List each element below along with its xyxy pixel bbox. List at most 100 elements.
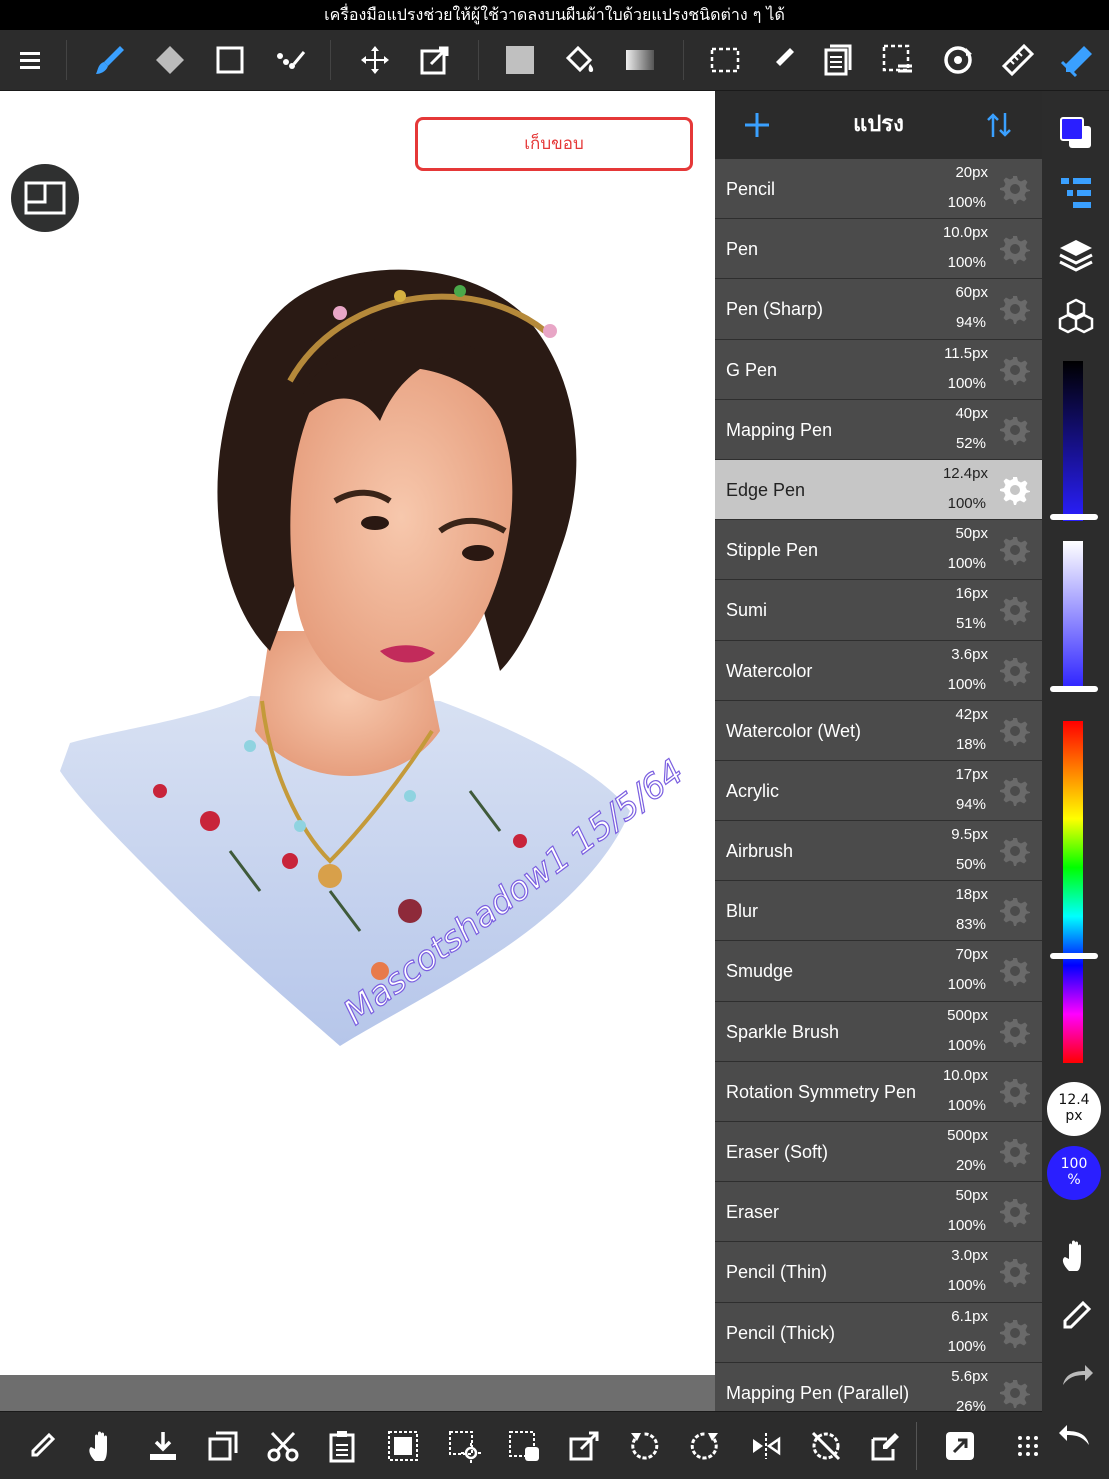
brush-opacity-button[interactable]: 100 % bbox=[1047, 1146, 1101, 1200]
eyedropper-button[interactable] bbox=[1054, 1294, 1098, 1338]
sort-icon[interactable] bbox=[983, 109, 1015, 141]
rotate-icon[interactable] bbox=[936, 38, 980, 82]
gear-icon[interactable] bbox=[1000, 956, 1030, 987]
brush-name: G Pen bbox=[726, 359, 778, 380]
duplicate-icon[interactable] bbox=[201, 1424, 245, 1468]
gear-icon[interactable] bbox=[1000, 1318, 1030, 1348]
select-layer-icon[interactable] bbox=[876, 38, 920, 82]
brush-opacity: 100% bbox=[947, 1096, 986, 1114]
gear-icon[interactable] bbox=[1000, 355, 1030, 385]
hue-slider[interactable] bbox=[1063, 721, 1083, 1063]
hand-button[interactable] bbox=[1054, 1234, 1098, 1278]
brush-row[interactable]: Eraser (Soft) 500px 20% bbox=[715, 1122, 1042, 1183]
fill-color-icon[interactable] bbox=[498, 38, 542, 82]
select-pen-icon[interactable] bbox=[760, 38, 804, 82]
brush-row[interactable]: Pen 10.0px 100% bbox=[715, 219, 1042, 280]
gear-icon[interactable] bbox=[1000, 896, 1030, 927]
color-swatch-button[interactable] bbox=[1054, 111, 1098, 155]
canvas-footer bbox=[0, 1375, 715, 1411]
gear-icon[interactable] bbox=[1000, 415, 1030, 445]
brush-row[interactable]: Stipple Pen 50px 100% bbox=[715, 520, 1042, 581]
dot-icon[interactable] bbox=[268, 38, 312, 82]
cut-icon[interactable] bbox=[261, 1424, 305, 1468]
eraser-icon[interactable] bbox=[148, 38, 192, 82]
bucket-icon[interactable] bbox=[558, 38, 602, 82]
snap-icon[interactable] bbox=[1056, 38, 1100, 82]
no-rotate-icon[interactable] bbox=[804, 1424, 848, 1468]
transform-icon[interactable] bbox=[562, 1424, 606, 1468]
gear-icon[interactable] bbox=[1000, 595, 1030, 626]
saturation-slider[interactable] bbox=[1063, 541, 1083, 691]
gear-icon[interactable] bbox=[1000, 716, 1030, 746]
brush-row[interactable]: Pencil 20px 100% bbox=[715, 159, 1042, 220]
brush-name: Stipple Pen bbox=[726, 540, 819, 561]
gear-icon[interactable] bbox=[1000, 1017, 1030, 1047]
brush-row[interactable]: Eraser 50px 100% bbox=[715, 1182, 1042, 1243]
rotate-left-icon[interactable] bbox=[622, 1424, 666, 1468]
gear-icon[interactable] bbox=[1000, 1197, 1030, 1228]
brush-row[interactable]: Pen (Sharp) 60px 94% bbox=[715, 279, 1042, 340]
brush-row[interactable]: Sumi 16px 51% bbox=[715, 580, 1042, 641]
brightness-slider[interactable] bbox=[1063, 361, 1083, 521]
brush-size-button[interactable]: 12.4 px bbox=[1047, 1082, 1101, 1136]
undo-button[interactable] bbox=[1054, 1414, 1098, 1458]
hand-icon[interactable] bbox=[80, 1424, 124, 1468]
gear-icon[interactable] bbox=[1000, 475, 1030, 505]
gear-icon[interactable] bbox=[1000, 1077, 1030, 1107]
rotate-right-icon[interactable] bbox=[683, 1424, 727, 1468]
gradient-icon[interactable] bbox=[618, 38, 662, 82]
materials-button[interactable] bbox=[1054, 294, 1098, 338]
magic-wand-icon[interactable] bbox=[442, 1424, 486, 1468]
add-brush-icon[interactable] bbox=[741, 109, 773, 141]
brush-row[interactable]: Edge Pen 12.4px 100% bbox=[715, 459, 1042, 521]
hue-slider-knob[interactable] bbox=[1050, 953, 1098, 959]
ruler-icon[interactable] bbox=[996, 38, 1040, 82]
grid-icon[interactable] bbox=[1006, 1424, 1050, 1468]
select-all-icon[interactable] bbox=[381, 1424, 425, 1468]
brush-row[interactable]: Sparkle Brush 500px 100% bbox=[715, 1001, 1042, 1062]
brush-row[interactable]: Watercolor (Wet) 42px 18% bbox=[715, 700, 1042, 761]
brush-row[interactable]: Blur 18px 83% bbox=[715, 881, 1042, 942]
brush-row[interactable]: Rotation Symmetry Pen 10.0px 100% bbox=[715, 1061, 1042, 1122]
gear-icon[interactable] bbox=[1000, 656, 1030, 686]
menu-icon[interactable] bbox=[8, 38, 52, 82]
import-icon[interactable] bbox=[141, 1424, 185, 1468]
brush-row[interactable]: Mapping Pen (Parallel) 5.6px 26% bbox=[715, 1362, 1042, 1411]
redo-button[interactable] bbox=[1054, 1354, 1098, 1398]
gear-icon[interactable] bbox=[1000, 1257, 1030, 1288]
edit-icon[interactable] bbox=[864, 1424, 908, 1468]
gear-icon[interactable] bbox=[1000, 174, 1030, 204]
copy-icon[interactable] bbox=[815, 38, 859, 82]
brightness-slider-knob[interactable] bbox=[1050, 514, 1098, 520]
rectangle-icon[interactable] bbox=[208, 38, 252, 82]
saturation-slider-knob[interactable] bbox=[1050, 686, 1098, 692]
move-icon[interactable] bbox=[353, 38, 397, 82]
selection-icon[interactable] bbox=[703, 38, 747, 82]
brush-icon[interactable] bbox=[88, 38, 132, 82]
brush-row[interactable]: Airbrush 9.5px 50% bbox=[715, 821, 1042, 882]
brush-row[interactable]: G Pen 11.5px 100% bbox=[715, 339, 1042, 400]
brush-row[interactable]: Smudge 70px 100% bbox=[715, 941, 1042, 1002]
transform-icon[interactable] bbox=[413, 38, 457, 82]
gear-icon[interactable] bbox=[1000, 234, 1030, 265]
gear-icon[interactable] bbox=[1000, 294, 1030, 325]
gear-icon[interactable] bbox=[1000, 776, 1030, 806]
select-layer-icon[interactable] bbox=[502, 1424, 546, 1468]
paste-icon[interactable] bbox=[321, 1424, 365, 1468]
brush-list-button[interactable] bbox=[1054, 171, 1098, 215]
brush-row[interactable]: Watercolor 3.6px 100% bbox=[715, 640, 1042, 701]
brush-row[interactable]: Mapping Pen 40px 52% bbox=[715, 399, 1042, 460]
share-icon[interactable] bbox=[938, 1424, 982, 1468]
drawing-canvas[interactable]: เก็บขอบ Mascotshadow1 15/5/64 bbox=[0, 91, 715, 1375]
brush-opacity: 20% bbox=[955, 1157, 986, 1174]
layers-button[interactable] bbox=[1054, 233, 1098, 277]
eyedropper-icon[interactable] bbox=[20, 1424, 64, 1468]
gear-icon[interactable] bbox=[1000, 836, 1030, 867]
gear-icon[interactable] bbox=[1000, 1137, 1030, 1167]
gear-icon[interactable] bbox=[1000, 1378, 1030, 1408]
flip-icon[interactable] bbox=[744, 1424, 788, 1468]
brush-row[interactable]: Acrylic 17px 94% bbox=[715, 760, 1042, 822]
brush-row[interactable]: Pencil (Thin) 3.0px 100% bbox=[715, 1242, 1042, 1303]
brush-row[interactable]: Pencil (Thick) 6.1px 100% bbox=[715, 1302, 1042, 1363]
gear-icon[interactable] bbox=[1000, 535, 1030, 566]
